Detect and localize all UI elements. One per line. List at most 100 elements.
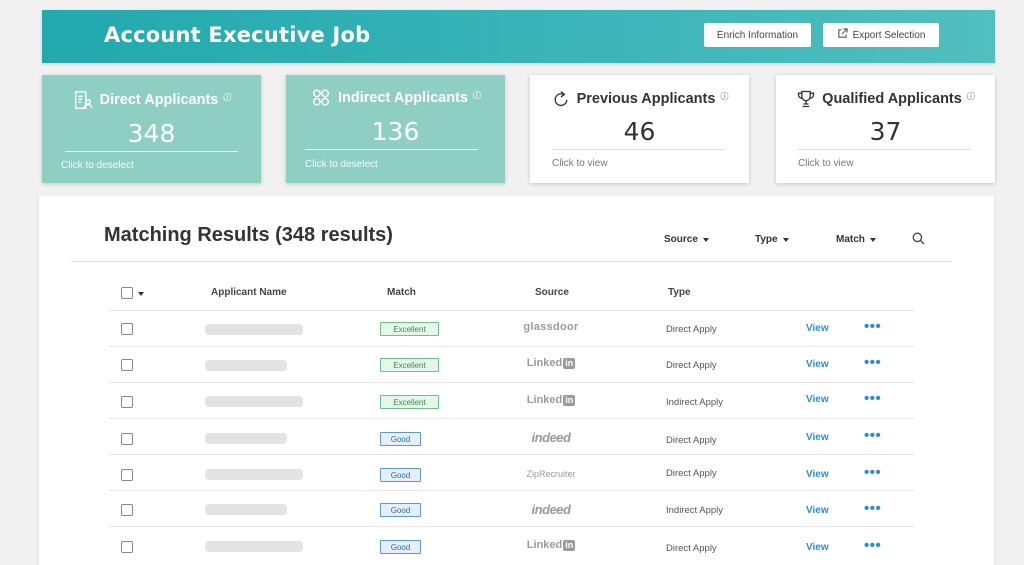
more-options-icon[interactable]: ••• xyxy=(864,390,881,407)
more-options-icon[interactable]: ••• xyxy=(864,464,881,481)
stat-label: Direct Applicants xyxy=(99,92,219,108)
divider xyxy=(65,151,238,152)
stat-subtext: Click to view xyxy=(798,158,854,169)
apply-type: Direct Apply xyxy=(666,543,717,554)
filter-label: Type xyxy=(755,234,778,245)
column-header-applicant-name[interactable]: Applicant Name xyxy=(211,287,287,298)
stat-subtext: Click to view xyxy=(552,158,608,169)
row-checkbox[interactable] xyxy=(121,504,133,516)
match-badge: Good xyxy=(380,468,421,482)
stat-label: Previous Applicants xyxy=(576,91,716,107)
group-icon xyxy=(310,87,332,109)
apply-type: Direct Apply xyxy=(666,324,717,335)
refresh-icon xyxy=(551,89,571,109)
results-title: Matching Results (348 results) xyxy=(104,224,393,246)
more-options-icon[interactable]: ••• xyxy=(864,354,881,371)
filter-label: Match xyxy=(836,234,865,245)
info-icon[interactable]: ⓘ xyxy=(720,91,728,102)
row-checkbox[interactable] xyxy=(121,323,133,335)
more-options-icon[interactable]: ••• xyxy=(864,318,881,335)
stat-card-indirect-applicants[interactable]: Indirect Applicants ⓘ 136 Click to desel… xyxy=(286,75,505,183)
apply-type: Direct Apply xyxy=(666,435,717,446)
table-row: Excellent Linked in Indirect Apply View •… xyxy=(109,382,914,418)
source-logo-indeed: indeed xyxy=(531,430,571,445)
apply-type: Direct Apply xyxy=(666,360,717,371)
info-icon[interactable]: ⓘ xyxy=(967,91,975,102)
row-checkbox[interactable] xyxy=(121,469,133,481)
export-button-label: Export Selection xyxy=(852,29,926,41)
resume-icon xyxy=(72,89,94,111)
divider xyxy=(798,149,971,150)
match-badge: Good xyxy=(380,503,421,517)
view-link[interactable]: View xyxy=(806,469,829,480)
stat-card-direct-applicants[interactable]: Direct Applicants ⓘ 348 Click to deselec… xyxy=(42,75,261,183)
select-all-chevron-down-icon[interactable] xyxy=(138,292,144,296)
column-header-match[interactable]: Match xyxy=(387,287,416,298)
more-options-icon[interactable]: ••• xyxy=(864,537,881,554)
stat-value: 136 xyxy=(371,117,420,146)
applicant-name-placeholder xyxy=(205,324,303,335)
match-badge: Good xyxy=(380,432,421,446)
apply-type: Indirect Apply xyxy=(666,505,724,516)
trophy-icon xyxy=(796,89,816,109)
match-filter-dropdown[interactable]: Match xyxy=(836,234,876,245)
more-options-icon[interactable]: ••• xyxy=(864,500,881,517)
table-row: Excellent glassdoor Direct Apply View ••… xyxy=(109,310,914,346)
match-badge: Excellent xyxy=(380,358,439,372)
info-icon[interactable]: ⓘ xyxy=(223,92,231,103)
more-options-icon[interactable]: ••• xyxy=(864,427,881,444)
table-row: Excellent Linked in Direct Apply View ••• xyxy=(109,346,914,382)
stat-subtext: Click to deselect xyxy=(305,159,378,170)
source-logo-linkedin: Linked in xyxy=(526,394,576,406)
linkedin-in-mark: in xyxy=(563,395,576,406)
export-selection-button[interactable]: Export Selection xyxy=(823,23,939,47)
divider xyxy=(552,149,725,150)
table-row: Good Linked in Direct Apply View ••• xyxy=(109,526,914,562)
source-logo-glassdoor: glassdoor xyxy=(523,321,579,333)
column-header-type[interactable]: Type xyxy=(668,287,691,298)
stat-value: 348 xyxy=(127,119,176,148)
chevron-down-icon xyxy=(702,237,709,242)
type-filter-dropdown[interactable]: Type xyxy=(755,234,789,245)
applicant-name-placeholder xyxy=(205,433,287,444)
view-link[interactable]: View xyxy=(806,323,829,334)
stat-label: Indirect Applicants xyxy=(338,90,468,106)
view-link[interactable]: View xyxy=(806,505,829,516)
row-checkbox[interactable] xyxy=(121,433,133,445)
matching-results-panel: Matching Results (348 results) Source Ty… xyxy=(39,196,994,565)
column-header-source[interactable]: Source xyxy=(535,287,569,298)
apply-type: Direct Apply xyxy=(666,468,717,479)
view-link[interactable]: View xyxy=(806,432,829,443)
table-row: Good indeed Indirect Apply View ••• xyxy=(109,490,914,526)
linkedin-in-mark: in xyxy=(563,358,576,369)
stat-value: 37 xyxy=(869,117,902,146)
source-logo-linkedin: Linked in xyxy=(526,539,576,551)
row-checkbox[interactable] xyxy=(121,396,133,408)
source-filter-dropdown[interactable]: Source xyxy=(664,234,709,245)
info-icon[interactable]: ⓘ xyxy=(473,90,481,101)
enrich-button-label: Enrich Information xyxy=(716,29,799,41)
row-checkbox[interactable] xyxy=(121,541,133,553)
stat-label: Qualified Applicants xyxy=(822,91,962,107)
stat-card-previous-applicants[interactable]: Previous Applicants ⓘ 46 Click to view xyxy=(530,75,749,183)
view-link[interactable]: View xyxy=(806,359,829,370)
row-checkbox[interactable] xyxy=(121,359,133,371)
table-row: Good indeed Direct Apply View ••• xyxy=(109,418,914,454)
select-all-checkbox[interactable] xyxy=(121,287,133,299)
divider xyxy=(71,261,952,262)
linkedin-in-mark: in xyxy=(563,540,576,551)
enrich-information-button[interactable]: Enrich Information xyxy=(704,23,811,47)
apply-type: Indirect Apply xyxy=(666,397,724,408)
source-logo-indeed: indeed xyxy=(531,502,571,517)
applicant-name-placeholder xyxy=(205,541,303,552)
table-row: Good ZipRecruiter Direct Apply View ••• xyxy=(109,454,914,490)
search-icon[interactable] xyxy=(912,232,925,250)
stat-card-qualified-applicants[interactable]: Qualified Applicants ⓘ 37 Click to view xyxy=(776,75,995,183)
export-icon xyxy=(837,28,848,42)
applicant-name-placeholder xyxy=(205,469,303,480)
chevron-down-icon xyxy=(869,237,876,242)
source-logo-linkedin: Linked in xyxy=(526,357,576,369)
view-link[interactable]: View xyxy=(806,394,829,405)
applicant-name-placeholder xyxy=(205,360,287,371)
view-link[interactable]: View xyxy=(806,542,829,553)
